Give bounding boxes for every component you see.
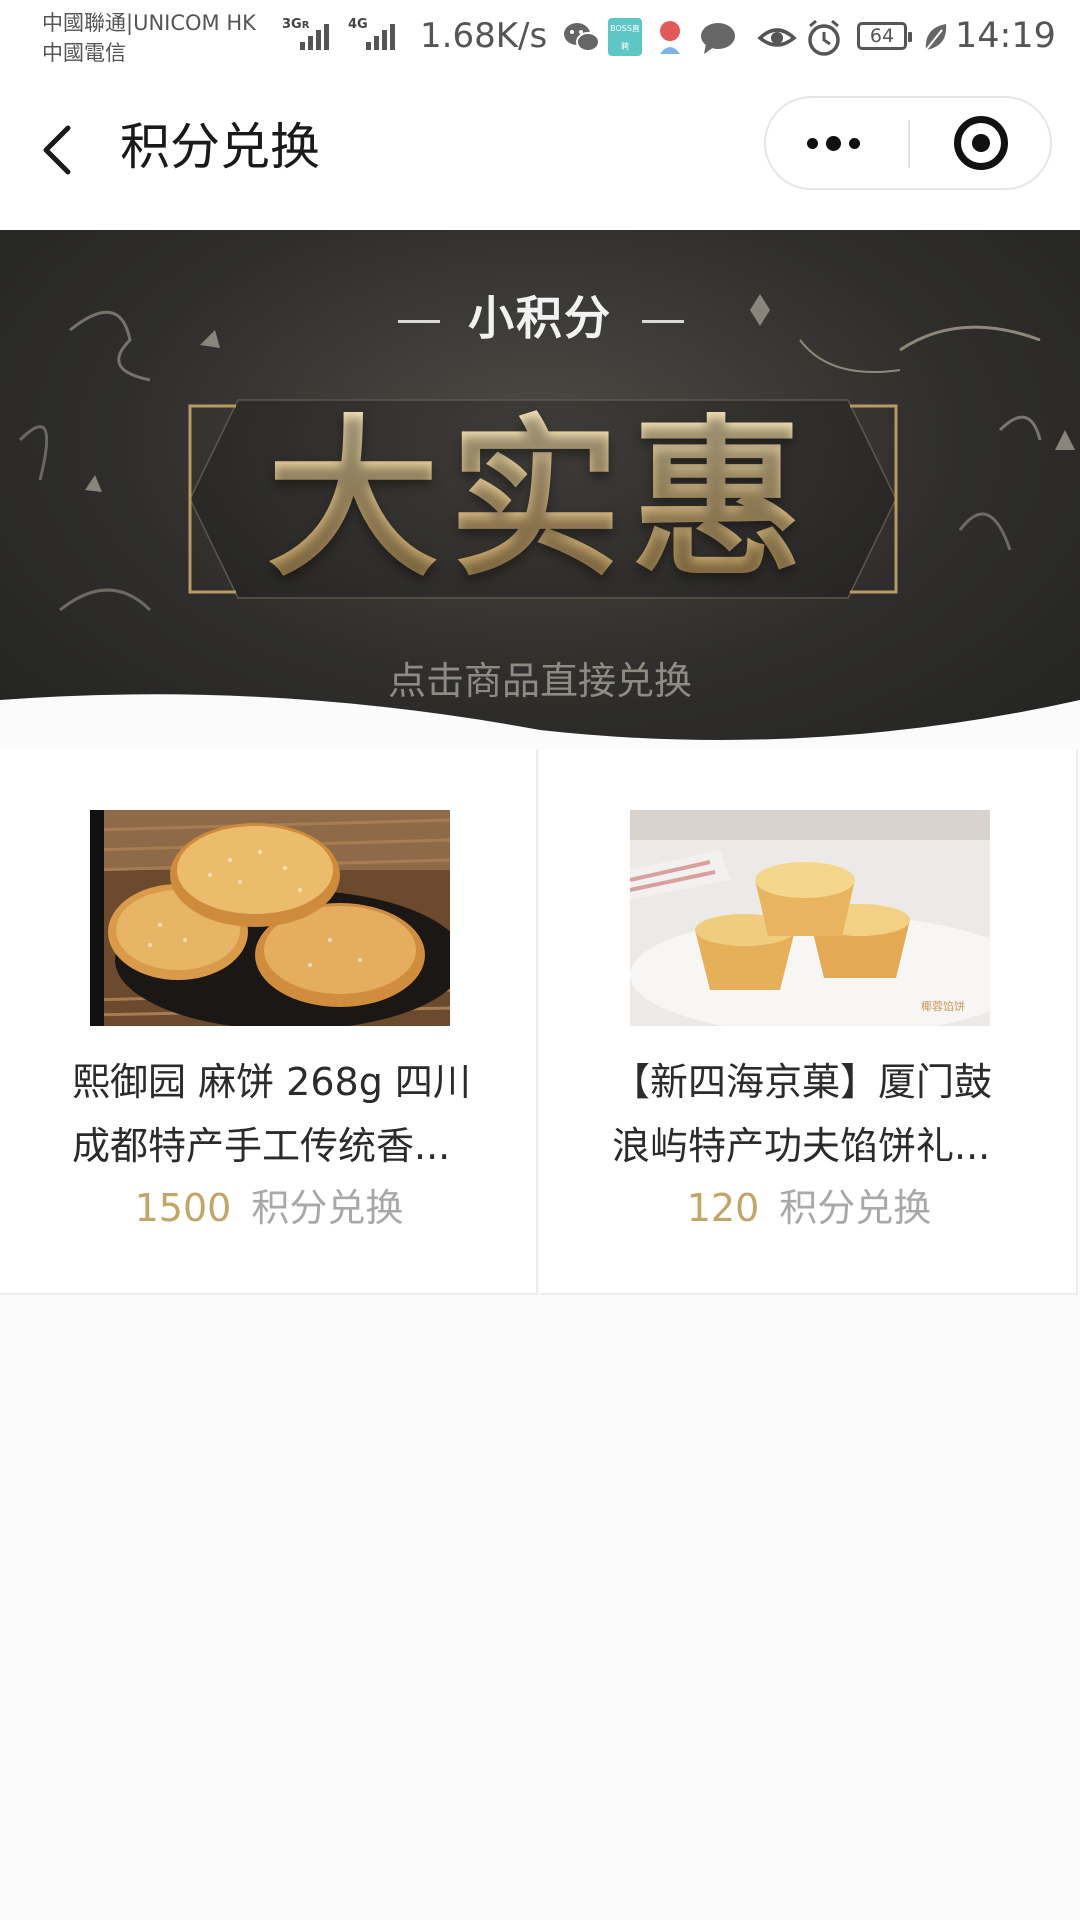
product-card[interactable]: 椰蓉馅饼 【新四海京菓】厦门鼓 浪屿特产功夫馅饼礼... 120 积分兑换 [540, 750, 1078, 1295]
banner-headline: 大实惠 [0, 410, 1080, 590]
sesame-cakes-image[interactable] [90, 810, 450, 1026]
clock: 14:19 [955, 16, 1056, 56]
message-icon [701, 23, 735, 54]
more-button[interactable] [766, 98, 908, 188]
product-name-line-1: 熙御园 麻饼 268g 四川 [72, 1060, 471, 1104]
product-name[interactable]: 【新四海京菓】厦门鼓 浪屿特产功夫馅饼礼... [612, 1050, 1012, 1178]
battery-indicator: 64 [857, 22, 912, 50]
page-title: 积分兑换 [120, 118, 320, 176]
more-dot-icon [849, 138, 860, 149]
alarm-icon [808, 19, 840, 56]
carrier-info: 中國聯通|UNICOM HK 中國電信 [42, 8, 256, 68]
power-saving-leaf-icon [925, 24, 947, 51]
network-speed: 1.68K/s [420, 16, 548, 56]
eye-comfort-icon [757, 28, 797, 47]
product-price[interactable]: 120 积分兑换 [540, 1180, 1078, 1236]
back-arrow-icon [43, 125, 71, 175]
product-card[interactable]: 熙御园 麻饼 268g 四川 成都特产手工传统香... 1500 积分兑换 [0, 750, 538, 1295]
close-target-icon [954, 116, 1008, 170]
product-name-line-1: 【新四海京菓】厦门鼓 [612, 1060, 993, 1104]
network-type-2: 4G [348, 17, 368, 32]
more-dot-icon [826, 136, 841, 151]
subtitle-dash-right [642, 320, 684, 323]
miniprogram-capsule [764, 96, 1052, 190]
product-name[interactable]: 熙御园 麻饼 268g 四川 成都特产手工传统香... [72, 1050, 472, 1178]
status-bar: 中國聯通|UNICOM HK 中國電信 3GR 4G 1.68K/s BOSS直… [0, 0, 1080, 76]
carrier-line-2: 中國電信 [42, 41, 126, 65]
more-dot-icon [807, 138, 818, 149]
product-name-line-2: 浪屿特产功夫馅饼礼... [612, 1124, 991, 1168]
boss-app-icon: BOSS直聘 [608, 18, 642, 56]
signal-bars-2-icon [366, 20, 402, 50]
product-price[interactable]: 1500 积分兑换 [0, 1180, 538, 1236]
promo-banner: 小积分 大实惠 点击商品直接兑换 [0, 230, 1080, 750]
close-miniprogram-button[interactable] [910, 98, 1052, 188]
banner-wave-divider [0, 694, 1080, 750]
coconut-tarts-image[interactable]: 椰蓉馅饼 [630, 810, 990, 1026]
carrier-line-1: 中國聯通|UNICOM HK [42, 11, 256, 35]
banner-subtitle: 小积分 [468, 291, 612, 345]
product-grid: 熙御园 麻饼 268g 四川 成都特产手工传统香... 1500 积分兑换 椰蓉馅… [0, 750, 1080, 1295]
nav-bar: 积分兑换 [0, 76, 1080, 230]
back-button[interactable] [30, 106, 90, 186]
map-pin-icon [660, 21, 680, 54]
image-watermark: 椰蓉馅饼 [921, 999, 965, 1013]
price-value: 120 [686, 1186, 760, 1230]
price-unit: 积分兑换 [779, 1186, 932, 1230]
network-type-1-label: 3G [282, 17, 302, 32]
price-unit: 积分兑换 [251, 1186, 404, 1230]
signal-bars-1-icon [300, 20, 336, 50]
product-name-line-2: 成都特产手工传统香... [72, 1124, 451, 1168]
price-value: 1500 [134, 1186, 232, 1230]
wechat-icon [564, 23, 600, 52]
